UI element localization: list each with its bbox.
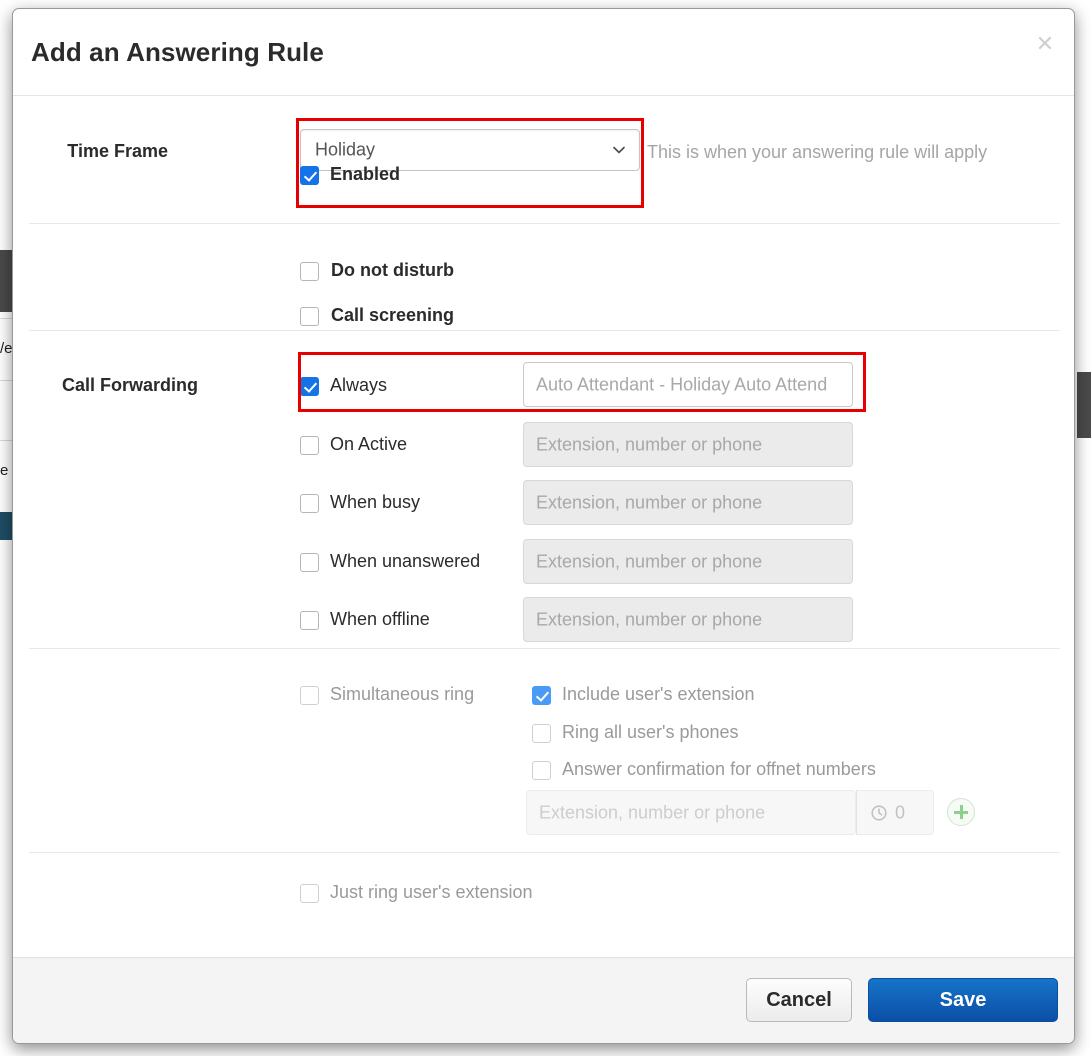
- plus-circle-icon[interactable]: [947, 798, 975, 826]
- add-answering-rule-dialog: Add an Answering Rule ✕ Time Frame Holid…: [12, 8, 1075, 1044]
- include-user-extension-checkbox[interactable]: [532, 686, 551, 705]
- dialog-header: Add an Answering Rule ✕: [13, 9, 1074, 96]
- do-not-disturb-checkbox[interactable]: [300, 262, 319, 281]
- cf-always-value: Auto Attendant - Holiday Auto Attend: [536, 374, 828, 394]
- ring-timer-field[interactable]: 0: [856, 790, 934, 835]
- just-ring-extension-label: Just ring user's extension: [330, 882, 533, 902]
- cf-on-active-input[interactable]: Extension, number or phone: [523, 422, 853, 467]
- cf-when-offline-input[interactable]: Extension, number or phone: [523, 597, 853, 642]
- background-right-strip: [1077, 0, 1091, 1056]
- section-divider: [29, 852, 1060, 853]
- dialog-footer: Cancel Save: [13, 957, 1074, 1043]
- section-divider: [29, 648, 1060, 649]
- cf-when-unanswered-checkbox[interactable]: [300, 553, 319, 572]
- ring-all-phones-label: Ring all user's phones: [562, 722, 739, 742]
- cf-when-offline-placeholder: Extension, number or phone: [536, 609, 763, 629]
- section-divider: [29, 330, 1060, 331]
- include-user-extension-label: Include user's extension: [562, 684, 755, 704]
- cf-when-offline-label: When offline: [330, 609, 430, 629]
- cf-on-active-checkbox[interactable]: [300, 436, 319, 455]
- time-frame-label: Time Frame: [67, 141, 168, 161]
- time-frame-selected-value: Holiday: [315, 139, 376, 160]
- ring-timer-value: 0: [895, 802, 906, 822]
- cf-when-offline-checkbox[interactable]: [300, 611, 319, 630]
- save-button[interactable]: Save: [868, 978, 1058, 1022]
- cf-always-checkbox[interactable]: [300, 377, 319, 396]
- enabled-checkbox[interactable]: [300, 166, 319, 185]
- just-ring-extension-checkbox[interactable]: [300, 884, 319, 903]
- chevron-down-icon: [613, 146, 625, 154]
- call-screening-label: Call screening: [331, 305, 455, 325]
- do-not-disturb-label: Do not disturb: [331, 260, 454, 280]
- cf-when-busy-input[interactable]: Extension, number or phone: [523, 480, 853, 525]
- clock-icon: [871, 804, 887, 821]
- simultaneous-ring-label: Simultaneous ring: [330, 684, 475, 704]
- ring-all-phones-checkbox[interactable]: [532, 724, 551, 743]
- dialog-body: Time Frame Holiday This is when your ans…: [13, 96, 1074, 958]
- cf-always-input[interactable]: Auto Attendant - Holiday Auto Attend: [523, 362, 853, 407]
- section-divider: [29, 223, 1060, 224]
- answer-confirmation-label: Answer confirmation for offnet numbers: [562, 759, 876, 779]
- cancel-button[interactable]: Cancel: [746, 978, 852, 1022]
- background-dark-band: [1077, 372, 1091, 438]
- cf-always-label: Always: [330, 375, 388, 395]
- cf-on-active-placeholder: Extension, number or phone: [536, 434, 763, 454]
- simultaneous-ring-extension-input[interactable]: Extension, number or phone: [526, 790, 856, 835]
- call-screening-checkbox[interactable]: [300, 307, 319, 326]
- cf-on-active-label: On Active: [330, 434, 408, 454]
- enabled-label: Enabled: [330, 164, 401, 184]
- cf-when-unanswered-placeholder: Extension, number or phone: [536, 551, 763, 571]
- time-frame-helper-text: This is when your answering rule will ap…: [647, 142, 988, 162]
- answer-confirmation-checkbox[interactable]: [532, 761, 551, 780]
- cf-when-unanswered-input[interactable]: Extension, number or phone: [523, 539, 853, 584]
- page-title: Add an Answering Rule: [31, 37, 324, 67]
- cf-when-unanswered-label: When unanswered: [330, 551, 481, 571]
- close-icon[interactable]: ✕: [1032, 31, 1058, 57]
- simultaneous-ring-checkbox[interactable]: [300, 686, 319, 705]
- cf-when-busy-checkbox[interactable]: [300, 494, 319, 513]
- cf-when-busy-label: When busy: [330, 492, 421, 512]
- call-forwarding-label: Call Forwarding: [61, 375, 198, 395]
- cf-when-busy-placeholder: Extension, number or phone: [536, 492, 763, 512]
- simultaneous-ring-placeholder: Extension, number or phone: [539, 802, 766, 822]
